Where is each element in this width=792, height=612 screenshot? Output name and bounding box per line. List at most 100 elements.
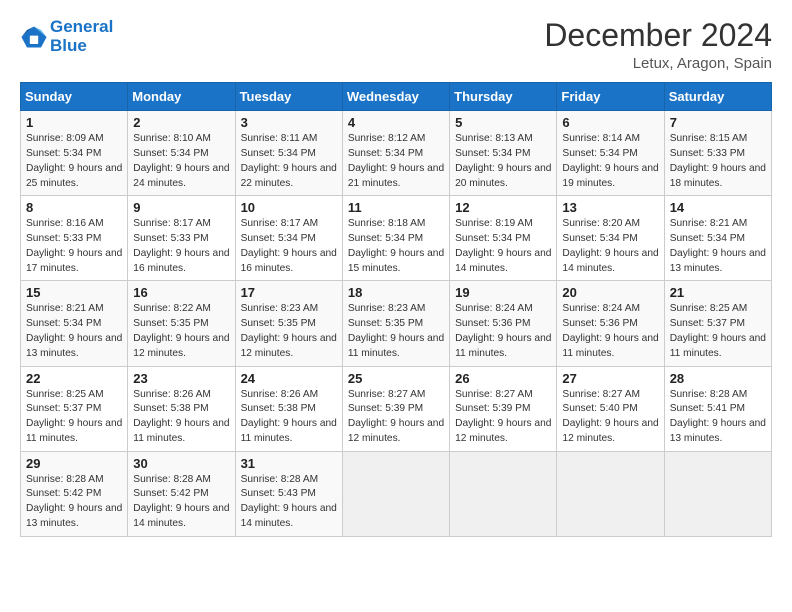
day-number: 19 xyxy=(455,285,551,300)
day-cell: 4 Sunrise: 8:12 AMSunset: 5:34 PMDayligh… xyxy=(342,111,449,196)
day-number: 4 xyxy=(348,115,444,130)
day-number: 6 xyxy=(562,115,658,130)
day-number: 5 xyxy=(455,115,551,130)
day-info: Sunrise: 8:26 AMSunset: 5:38 PMDaylight:… xyxy=(241,388,337,447)
day-info: Sunrise: 8:10 AMSunset: 5:34 PMDaylight:… xyxy=(133,132,229,191)
day-number: 27 xyxy=(562,371,658,386)
weekday-header-tuesday: Tuesday xyxy=(235,83,342,111)
day-number: 13 xyxy=(562,200,658,215)
weekday-header-row: SundayMondayTuesdayWednesdayThursdayFrid… xyxy=(21,83,772,111)
day-number: 17 xyxy=(241,285,337,300)
day-cell: 19 Sunrise: 8:24 AMSunset: 5:36 PMDaylig… xyxy=(450,281,557,366)
day-info: Sunrise: 8:28 AMSunset: 5:42 PMDaylight:… xyxy=(26,473,122,532)
day-cell: 18 Sunrise: 8:23 AMSunset: 5:35 PMDaylig… xyxy=(342,281,449,366)
day-info: Sunrise: 8:25 AMSunset: 5:37 PMDaylight:… xyxy=(26,388,122,447)
logo: General Blue xyxy=(20,18,113,55)
weekday-header-monday: Monday xyxy=(128,83,235,111)
day-cell: 8 Sunrise: 8:16 AMSunset: 5:33 PMDayligh… xyxy=(21,196,128,281)
day-info: Sunrise: 8:18 AMSunset: 5:34 PMDaylight:… xyxy=(348,217,444,276)
day-cell: 29 Sunrise: 8:28 AMSunset: 5:42 PMDaylig… xyxy=(21,451,128,536)
day-cell: 21 Sunrise: 8:25 AMSunset: 5:37 PMDaylig… xyxy=(664,281,771,366)
day-cell: 3 Sunrise: 8:11 AMSunset: 5:34 PMDayligh… xyxy=(235,111,342,196)
day-cell: 14 Sunrise: 8:21 AMSunset: 5:34 PMDaylig… xyxy=(664,196,771,281)
day-number: 20 xyxy=(562,285,658,300)
header: General Blue December 2024 Letux, Aragon… xyxy=(20,18,772,72)
day-info: Sunrise: 8:17 AMSunset: 5:33 PMDaylight:… xyxy=(133,217,229,276)
week-row-1: 1 Sunrise: 8:09 AMSunset: 5:34 PMDayligh… xyxy=(21,111,772,196)
week-row-2: 8 Sunrise: 8:16 AMSunset: 5:33 PMDayligh… xyxy=(21,196,772,281)
day-cell: 7 Sunrise: 8:15 AMSunset: 5:33 PMDayligh… xyxy=(664,111,771,196)
day-info: Sunrise: 8:13 AMSunset: 5:34 PMDaylight:… xyxy=(455,132,551,191)
day-info: Sunrise: 8:28 AMSunset: 5:42 PMDaylight:… xyxy=(133,473,229,532)
day-info: Sunrise: 8:27 AMSunset: 5:40 PMDaylight:… xyxy=(562,388,658,447)
day-number: 16 xyxy=(133,285,229,300)
weekday-header-friday: Friday xyxy=(557,83,664,111)
day-info: Sunrise: 8:12 AMSunset: 5:34 PMDaylight:… xyxy=(348,132,444,191)
day-number: 11 xyxy=(348,200,444,215)
day-cell: 12 Sunrise: 8:19 AMSunset: 5:34 PMDaylig… xyxy=(450,196,557,281)
day-number: 24 xyxy=(241,371,337,386)
day-number: 29 xyxy=(26,456,122,471)
day-info: Sunrise: 8:21 AMSunset: 5:34 PMDaylight:… xyxy=(26,302,122,361)
day-cell: 1 Sunrise: 8:09 AMSunset: 5:34 PMDayligh… xyxy=(21,111,128,196)
day-info: Sunrise: 8:28 AMSunset: 5:41 PMDaylight:… xyxy=(670,388,766,447)
month-title: December 2024 xyxy=(544,18,772,53)
day-info: Sunrise: 8:20 AMSunset: 5:34 PMDaylight:… xyxy=(562,217,658,276)
day-info: Sunrise: 8:27 AMSunset: 5:39 PMDaylight:… xyxy=(348,388,444,447)
day-number: 1 xyxy=(26,115,122,130)
weekday-header-wednesday: Wednesday xyxy=(342,83,449,111)
day-cell: 16 Sunrise: 8:22 AMSunset: 5:35 PMDaylig… xyxy=(128,281,235,366)
day-cell: 5 Sunrise: 8:13 AMSunset: 5:34 PMDayligh… xyxy=(450,111,557,196)
day-cell: 30 Sunrise: 8:28 AMSunset: 5:42 PMDaylig… xyxy=(128,451,235,536)
day-cell: 10 Sunrise: 8:17 AMSunset: 5:34 PMDaylig… xyxy=(235,196,342,281)
day-cell: 6 Sunrise: 8:14 AMSunset: 5:34 PMDayligh… xyxy=(557,111,664,196)
day-cell: 24 Sunrise: 8:26 AMSunset: 5:38 PMDaylig… xyxy=(235,366,342,451)
day-number: 21 xyxy=(670,285,766,300)
day-info: Sunrise: 8:23 AMSunset: 5:35 PMDaylight:… xyxy=(348,302,444,361)
day-cell: 11 Sunrise: 8:18 AMSunset: 5:34 PMDaylig… xyxy=(342,196,449,281)
day-cell: 9 Sunrise: 8:17 AMSunset: 5:33 PMDayligh… xyxy=(128,196,235,281)
day-cell: 15 Sunrise: 8:21 AMSunset: 5:34 PMDaylig… xyxy=(21,281,128,366)
weekday-header-saturday: Saturday xyxy=(664,83,771,111)
day-cell xyxy=(342,451,449,536)
calendar-table: SundayMondayTuesdayWednesdayThursdayFrid… xyxy=(20,82,772,537)
day-info: Sunrise: 8:14 AMSunset: 5:34 PMDaylight:… xyxy=(562,132,658,191)
day-cell xyxy=(450,451,557,536)
day-info: Sunrise: 8:16 AMSunset: 5:33 PMDaylight:… xyxy=(26,217,122,276)
week-row-5: 29 Sunrise: 8:28 AMSunset: 5:42 PMDaylig… xyxy=(21,451,772,536)
day-number: 3 xyxy=(241,115,337,130)
calendar-header: SundayMondayTuesdayWednesdayThursdayFrid… xyxy=(21,83,772,111)
day-number: 14 xyxy=(670,200,766,215)
day-number: 31 xyxy=(241,456,337,471)
day-info: Sunrise: 8:17 AMSunset: 5:34 PMDaylight:… xyxy=(241,217,337,276)
week-row-4: 22 Sunrise: 8:25 AMSunset: 5:37 PMDaylig… xyxy=(21,366,772,451)
day-number: 28 xyxy=(670,371,766,386)
day-info: Sunrise: 8:15 AMSunset: 5:33 PMDaylight:… xyxy=(670,132,766,191)
day-info: Sunrise: 8:21 AMSunset: 5:34 PMDaylight:… xyxy=(670,217,766,276)
day-cell: 20 Sunrise: 8:24 AMSunset: 5:36 PMDaylig… xyxy=(557,281,664,366)
day-info: Sunrise: 8:27 AMSunset: 5:39 PMDaylight:… xyxy=(455,388,551,447)
day-number: 8 xyxy=(26,200,122,215)
day-number: 30 xyxy=(133,456,229,471)
day-cell: 26 Sunrise: 8:27 AMSunset: 5:39 PMDaylig… xyxy=(450,366,557,451)
weekday-header-sunday: Sunday xyxy=(21,83,128,111)
day-number: 18 xyxy=(348,285,444,300)
day-number: 9 xyxy=(133,200,229,215)
day-info: Sunrise: 8:24 AMSunset: 5:36 PMDaylight:… xyxy=(562,302,658,361)
day-number: 22 xyxy=(26,371,122,386)
day-info: Sunrise: 8:11 AMSunset: 5:34 PMDaylight:… xyxy=(241,132,337,191)
title-block: December 2024 Letux, Aragon, Spain xyxy=(544,18,772,72)
day-number: 7 xyxy=(670,115,766,130)
day-info: Sunrise: 8:26 AMSunset: 5:38 PMDaylight:… xyxy=(133,388,229,447)
day-cell: 27 Sunrise: 8:27 AMSunset: 5:40 PMDaylig… xyxy=(557,366,664,451)
day-info: Sunrise: 8:22 AMSunset: 5:35 PMDaylight:… xyxy=(133,302,229,361)
logo-icon xyxy=(20,23,48,51)
day-cell xyxy=(664,451,771,536)
day-cell: 22 Sunrise: 8:25 AMSunset: 5:37 PMDaylig… xyxy=(21,366,128,451)
day-info: Sunrise: 8:19 AMSunset: 5:34 PMDaylight:… xyxy=(455,217,551,276)
day-info: Sunrise: 8:28 AMSunset: 5:43 PMDaylight:… xyxy=(241,473,337,532)
day-cell: 31 Sunrise: 8:28 AMSunset: 5:43 PMDaylig… xyxy=(235,451,342,536)
day-cell: 2 Sunrise: 8:10 AMSunset: 5:34 PMDayligh… xyxy=(128,111,235,196)
day-cell: 25 Sunrise: 8:27 AMSunset: 5:39 PMDaylig… xyxy=(342,366,449,451)
logo-text: General Blue xyxy=(50,18,113,55)
